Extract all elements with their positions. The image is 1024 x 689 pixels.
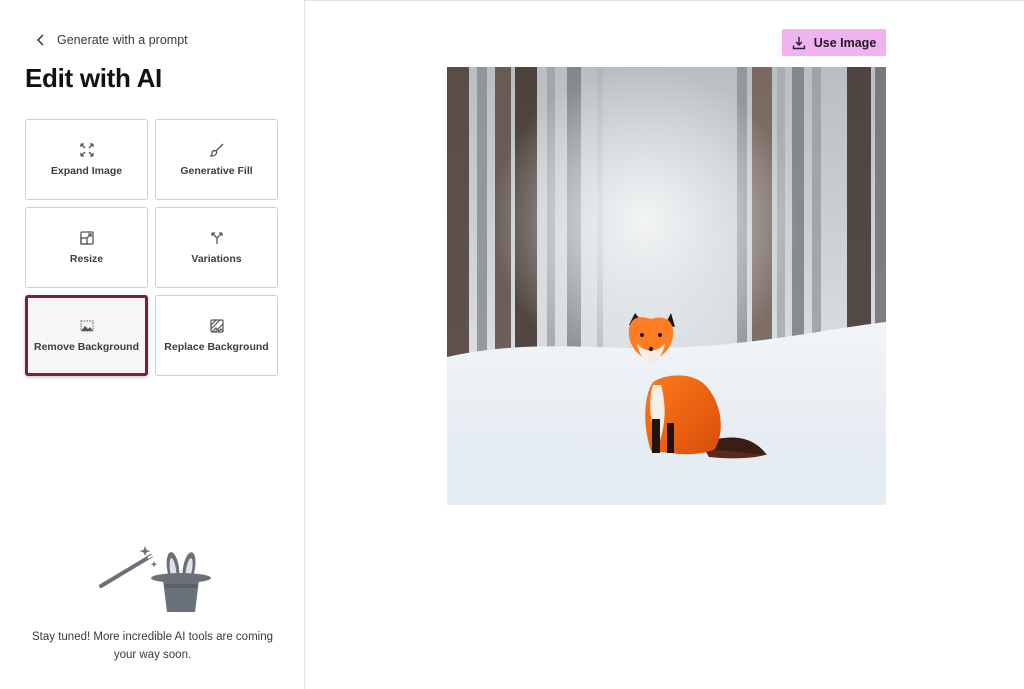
chevron-left-icon <box>34 33 48 47</box>
back-link[interactable]: Generate with a prompt <box>34 33 188 47</box>
coming-soon-section: Stay tuned! More incredible AI tools are… <box>0 540 305 664</box>
replace-background-icon <box>209 318 225 334</box>
magic-hat-illustration <box>98 546 211 612</box>
remove-background-icon <box>79 318 95 334</box>
download-icon <box>792 36 806 50</box>
use-image-button[interactable]: Use Image <box>782 29 886 56</box>
coming-soon-text: Stay tuned! More incredible AI tools are… <box>32 631 273 661</box>
variations-icon <box>209 230 225 246</box>
tool-replace-background[interactable]: Replace Background <box>155 295 278 376</box>
tool-label: Expand Image <box>50 165 123 177</box>
tool-label: Replace Background <box>164 341 269 353</box>
generated-image <box>447 67 886 505</box>
tool-variations[interactable]: Variations <box>155 207 278 288</box>
sidebar: Generate with a prompt Edit with AI Expa… <box>0 0 305 689</box>
tool-remove-background[interactable]: Remove Background <box>25 295 148 376</box>
back-link-label: Generate with a prompt <box>57 33 188 47</box>
page-title: Edit with AI <box>25 63 162 93</box>
brush-icon <box>208 142 225 158</box>
tool-resize[interactable]: Resize <box>25 207 148 288</box>
resize-icon <box>79 230 95 246</box>
tool-label: Resize <box>69 253 104 265</box>
expand-icon <box>79 142 95 158</box>
tool-expand-image[interactable]: Expand Image <box>25 119 148 200</box>
use-image-label: Use Image <box>813 35 877 50</box>
tool-grid: Expand Image Generative Fill Resize Vari… <box>25 119 278 376</box>
tool-label: Generative Fill <box>180 165 253 177</box>
tool-generative-fill[interactable]: Generative Fill <box>155 119 278 200</box>
tool-label: Remove Background <box>33 341 140 353</box>
tool-label: Variations <box>191 253 242 265</box>
